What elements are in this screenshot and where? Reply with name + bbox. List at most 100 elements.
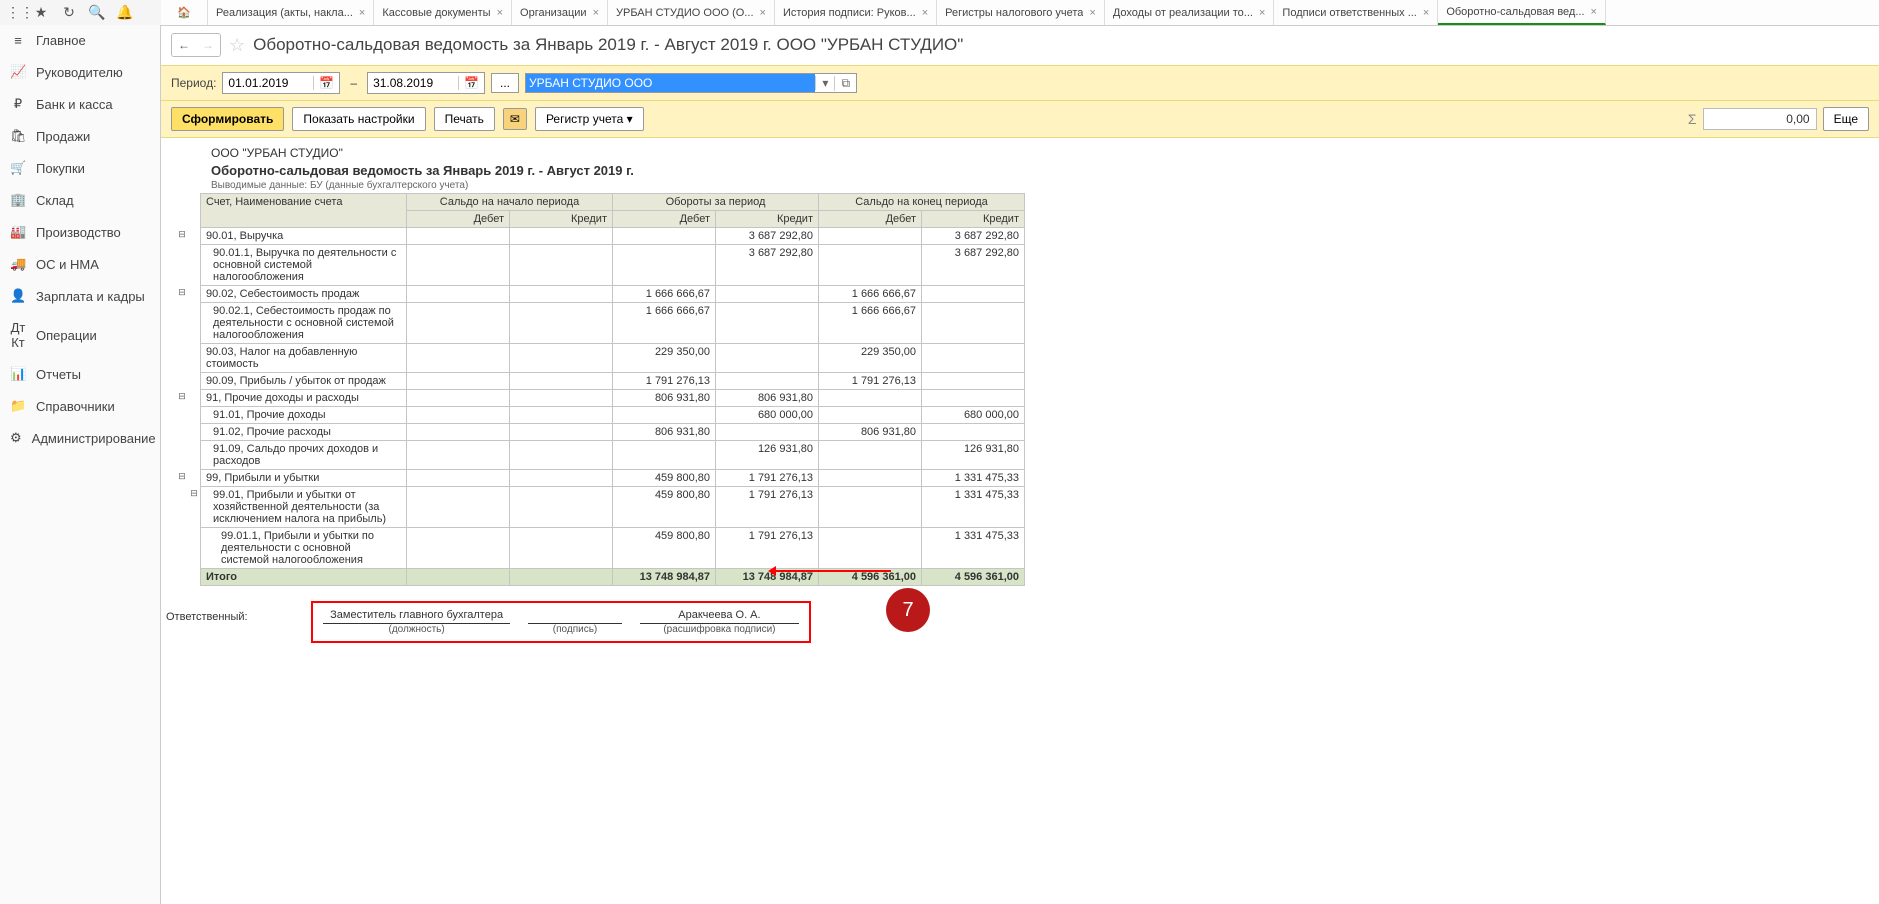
sidebar-item[interactable]: Дт КтОперации xyxy=(0,312,160,358)
sidebar-label: Руководителю xyxy=(36,65,123,80)
table-row: ⊟90.02, Себестоимость продаж1 666 666,67… xyxy=(176,286,1025,303)
collapse-icon[interactable]: ⊟ xyxy=(188,487,201,528)
date-from-input[interactable] xyxy=(223,73,313,93)
organization-field[interactable]: УРБАН СТУДИО ООО ▾ ⧉ xyxy=(525,73,857,93)
collapse-icon[interactable]: ⊟ xyxy=(176,470,188,487)
sidebar-label: Покупки xyxy=(36,161,85,176)
favorite-toggle-icon[interactable]: ☆ xyxy=(229,35,245,56)
tab-item[interactable]: Реализация (акты, накла...× xyxy=(208,0,374,25)
tab-home[interactable]: 🏠 xyxy=(161,0,208,25)
print-button[interactable]: Печать xyxy=(434,107,495,131)
total-value xyxy=(407,569,510,586)
back-button[interactable]: ← xyxy=(172,34,196,56)
open-icon[interactable]: ⧉ xyxy=(834,76,856,91)
period-picker-button[interactable]: ... xyxy=(491,73,519,93)
sidebar-item[interactable]: 👤Зарплата и кадры xyxy=(0,280,160,312)
close-icon[interactable]: × xyxy=(497,7,503,19)
sidebar-item[interactable]: ≡Главное xyxy=(0,25,160,56)
value-cell: 806 931,80 xyxy=(716,390,819,407)
tab-item[interactable]: Оборотно-сальдовая вед...× xyxy=(1438,0,1606,25)
sidebar-icon: ₽ xyxy=(10,96,26,112)
close-icon[interactable]: × xyxy=(1259,7,1265,19)
calendar-icon[interactable]: 📅 xyxy=(313,76,339,90)
sidebar-item[interactable]: 📁Справочники xyxy=(0,390,160,422)
forward-button[interactable]: → xyxy=(196,34,220,56)
tab-item[interactable]: История подписи: Руков...× xyxy=(775,0,937,25)
value-cell xyxy=(407,303,510,344)
sidebar-icon: 🚚 xyxy=(10,256,26,272)
date-to-field[interactable]: 📅 xyxy=(367,72,485,94)
account-cell: 99.01.1, Прибыли и убытки по деятельност… xyxy=(201,528,407,569)
email-button[interactable]: ✉ xyxy=(503,108,527,130)
sidebar-item[interactable]: 📊Отчеты xyxy=(0,358,160,390)
value-cell: 459 800,80 xyxy=(613,487,716,528)
value-cell: 1 791 276,13 xyxy=(716,487,819,528)
date-from-field[interactable]: 📅 xyxy=(222,72,340,94)
register-button[interactable]: Регистр учета ▾ xyxy=(535,107,644,131)
sidebar-label: Администрирование xyxy=(32,431,156,446)
tab-item[interactable]: Кассовые документы× xyxy=(374,0,512,25)
value-cell xyxy=(407,407,510,424)
sidebar-item[interactable]: 🚚ОС и НМА xyxy=(0,248,160,280)
collapse-icon[interactable]: ⊟ xyxy=(176,286,188,303)
value-cell: 1 791 276,13 xyxy=(613,373,716,390)
tab-item[interactable]: Регистры налогового учета× xyxy=(937,0,1105,25)
close-icon[interactable]: × xyxy=(359,7,365,19)
account-cell: 91, Прочие доходы и расходы xyxy=(201,390,407,407)
sidebar-icon: 🛍 xyxy=(10,128,26,144)
position-sub: (должность) xyxy=(323,624,510,635)
sidebar-item[interactable]: ₽ Банк и касса xyxy=(0,88,160,120)
close-icon[interactable]: × xyxy=(1423,7,1429,19)
apps-icon[interactable]: ⋮⋮⋮ xyxy=(5,5,21,21)
star-icon[interactable]: ★ xyxy=(33,5,49,21)
value-cell: 3 687 292,80 xyxy=(922,228,1025,245)
sidebar-item[interactable]: 🛒 Покупки xyxy=(0,152,160,184)
dropdown-icon[interactable]: ▾ xyxy=(815,76,834,90)
show-settings-button[interactable]: Показать настройки xyxy=(292,107,425,131)
sidebar-item[interactable]: 🛍Продажи xyxy=(0,120,160,152)
search-icon[interactable]: 🔍 xyxy=(89,5,105,21)
more-button[interactable]: Еще xyxy=(1823,107,1869,131)
sidebar-label: Банк и касса xyxy=(36,97,113,112)
tabs-bar: 🏠Реализация (акты, накла...×Кассовые док… xyxy=(161,0,1879,26)
sidebar-item[interactable]: 📈Руководителю xyxy=(0,56,160,88)
sidebar-item[interactable]: 🏢Склад xyxy=(0,184,160,216)
value-cell: 806 931,80 xyxy=(819,424,922,441)
value-cell: 126 931,80 xyxy=(716,441,819,470)
form-button[interactable]: Сформировать xyxy=(171,107,284,131)
history-icon[interactable]: ↻ xyxy=(61,5,77,21)
tab-label: Подписи ответственных ... xyxy=(1282,7,1416,19)
collapse-icon[interactable]: ⊟ xyxy=(176,390,188,407)
collapse-icon[interactable]: ⊟ xyxy=(176,228,188,245)
value-cell xyxy=(407,228,510,245)
nav-history: ← → xyxy=(171,33,221,57)
sidebar-item[interactable]: 🏭Производство xyxy=(0,216,160,248)
close-icon[interactable]: × xyxy=(593,7,599,19)
tab-item[interactable]: Подписи ответственных ... × xyxy=(1274,0,1438,25)
position-value: Заместитель главного бухгалтера xyxy=(323,609,510,624)
value-cell xyxy=(510,228,613,245)
value-cell xyxy=(613,441,716,470)
value-cell xyxy=(407,373,510,390)
value-cell xyxy=(819,487,922,528)
sidebar-label: Зарплата и кадры xyxy=(36,289,145,304)
close-icon[interactable]: × xyxy=(922,7,928,19)
tab-item[interactable]: Доходы от реализации то...× xyxy=(1105,0,1275,25)
close-icon[interactable]: × xyxy=(760,7,766,19)
main-area: ← → ☆ Оборотно-сальдовая ведомость за Ян… xyxy=(161,25,1879,904)
close-icon[interactable]: × xyxy=(1089,7,1095,19)
value-cell: 126 931,80 xyxy=(922,441,1025,470)
table-row: 90.03, Налог на добавленную стоимость229… xyxy=(176,344,1025,373)
bell-icon[interactable]: 🔔 xyxy=(117,5,133,21)
value-cell xyxy=(819,441,922,470)
sidebar-icon: 🛒 xyxy=(10,160,26,176)
close-icon[interactable]: × xyxy=(1591,6,1597,18)
tab-item[interactable]: УРБАН СТУДИО ООО (О...× xyxy=(608,0,775,25)
value-cell xyxy=(716,286,819,303)
sidebar-item[interactable]: ⚙Администрирование xyxy=(0,422,160,454)
tab-item[interactable]: Организации× xyxy=(512,0,608,25)
value-cell xyxy=(613,407,716,424)
calendar-icon[interactable]: 📅 xyxy=(458,76,484,90)
value-cell: 3 687 292,80 xyxy=(716,245,819,286)
date-to-input[interactable] xyxy=(368,73,458,93)
